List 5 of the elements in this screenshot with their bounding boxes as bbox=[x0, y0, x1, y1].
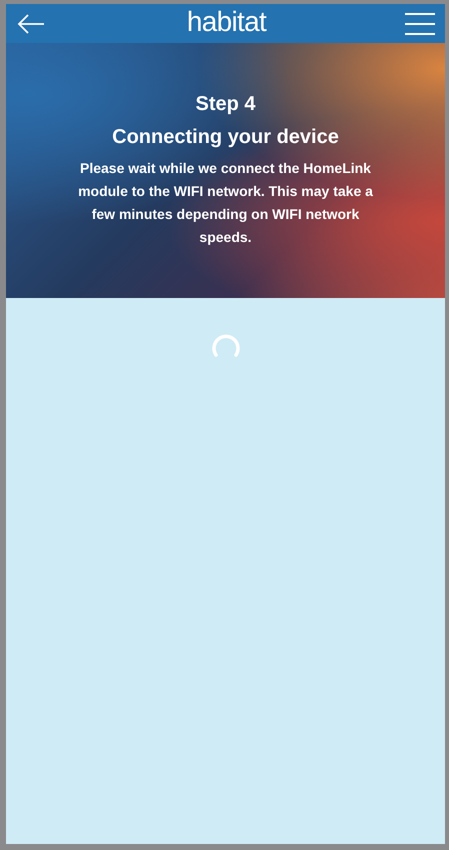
hero-message: Please wait while we connect the HomeLink module to the WIFI network. This may take a few minutes depending on WIFI network speeds. bbox=[77, 159, 374, 247]
step-label: Step 4 bbox=[195, 92, 256, 117]
app-logo: habitat bbox=[186, 6, 266, 37]
menu-button[interactable] bbox=[404, 10, 435, 36]
hero-title: Connecting your device bbox=[112, 125, 339, 150]
